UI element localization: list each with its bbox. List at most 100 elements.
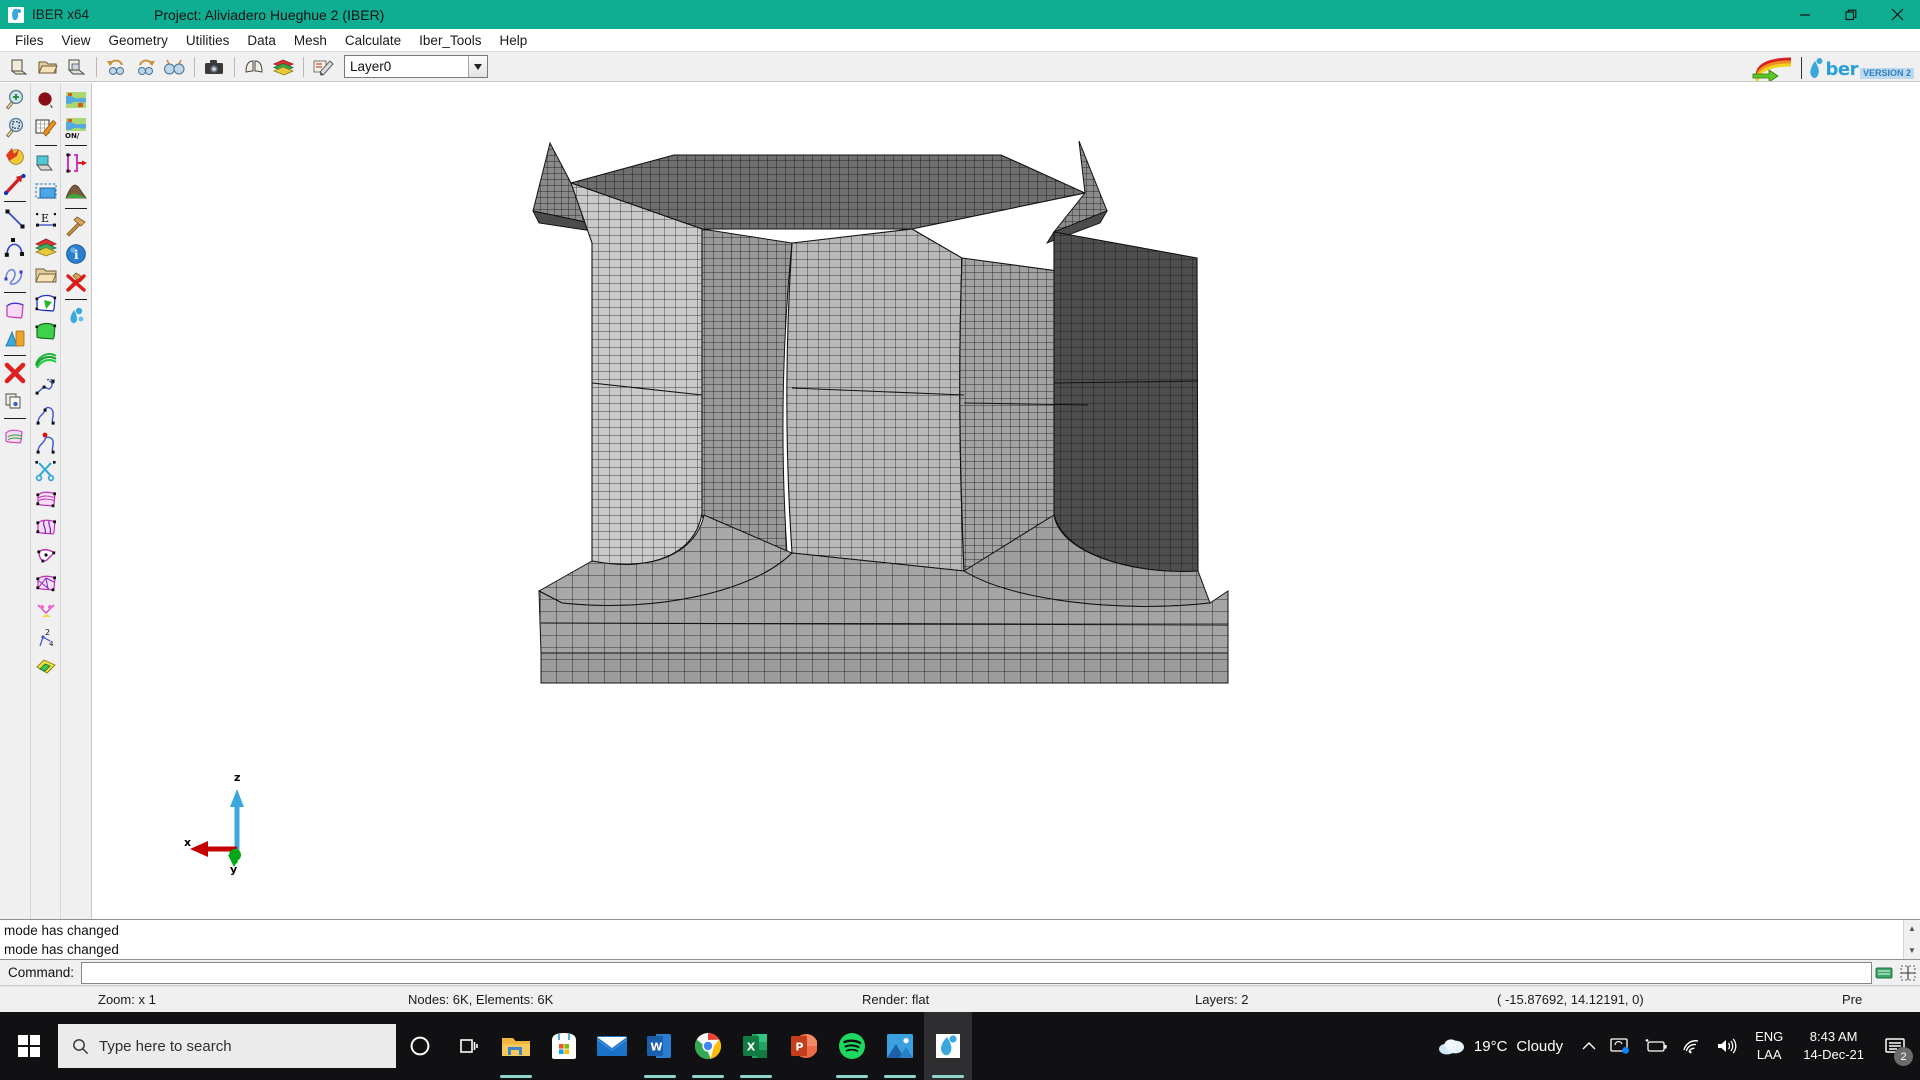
structured-mesh-button[interactable]	[32, 485, 60, 513]
weather-temperature: 19°C	[1473, 1037, 1508, 1055]
create-line-button[interactable]	[1, 205, 29, 233]
camera-snapshot-icon	[205, 60, 223, 74]
info-button[interactable]: i	[62, 240, 90, 268]
open-folder-button[interactable]	[32, 261, 60, 289]
copy-entity-button[interactable]	[1, 387, 29, 415]
create-volume-button[interactable]	[1, 324, 29, 352]
maximize-button[interactable]	[1828, 0, 1874, 29]
menu-files[interactable]: Files	[6, 31, 53, 50]
taskbar-app-word[interactable]: W	[636, 1012, 684, 1080]
create-point-button[interactable]	[32, 86, 60, 114]
nurbs-points-icon	[36, 406, 55, 425]
new-file-button[interactable]	[5, 54, 32, 80]
cortana-button[interactable]	[396, 1012, 444, 1080]
menu-utilities[interactable]: Utilities	[177, 31, 239, 50]
mesh-quality-button[interactable]	[32, 569, 60, 597]
scroll-up-button[interactable]: ▲	[1904, 920, 1920, 937]
scroll-down-button[interactable]: ▼	[1904, 942, 1920, 959]
rotate-view-button[interactable]	[1, 142, 29, 170]
taskbar-app-file-explorer[interactable]	[492, 1012, 540, 1080]
edit-button[interactable]	[310, 54, 337, 80]
select-rect-button[interactable]	[32, 177, 60, 205]
taskbar-app-iber[interactable]	[924, 1012, 972, 1080]
taskbar-app-chrome[interactable]	[684, 1012, 732, 1080]
surface-quad-button[interactable]	[32, 541, 60, 569]
chevron-down-icon[interactable]	[468, 56, 487, 77]
minimize-button[interactable]	[1782, 0, 1828, 29]
arc-icon	[4, 238, 24, 257]
label-entity-button[interactable]: E	[32, 205, 60, 233]
windows-start-button[interactable]	[0, 1012, 58, 1080]
create-nurbs-button[interactable]	[1, 261, 29, 289]
language-indicator[interactable]: ENG LAA	[1745, 1028, 1793, 1064]
nurbs-point-red-button[interactable]	[32, 429, 60, 457]
terrain-map-button[interactable]	[62, 86, 90, 114]
menu-view[interactable]: View	[53, 31, 100, 50]
delete-mesh-button[interactable]	[62, 268, 90, 296]
create-arc-button[interactable]	[1, 233, 29, 261]
glasses-view-button[interactable]	[161, 54, 188, 80]
triangle-mesh-button[interactable]	[32, 289, 60, 317]
mesh-numbering-button[interactable]: 2 4	[32, 625, 60, 653]
taskbar-clock[interactable]: 8:43 AM 14-Dec-21	[1793, 1028, 1874, 1064]
close-button[interactable]	[1874, 0, 1920, 29]
command-grid-button[interactable]	[1896, 961, 1920, 985]
taskbar-app-spotify[interactable]	[828, 1012, 876, 1080]
water-drops-button[interactable]	[62, 303, 90, 331]
unstructured-mesh-button[interactable]	[32, 513, 60, 541]
terrain-map-toggle-button[interactable]: ON/	[62, 114, 90, 142]
contour-lines-button[interactable]	[32, 345, 60, 373]
tray-battery-button[interactable]	[1637, 1012, 1675, 1080]
viewport-canvas[interactable]: z x y	[92, 83, 1920, 919]
mesh-surface-button[interactable]	[1, 422, 29, 450]
snapshot-button[interactable]	[201, 54, 228, 80]
zoom-frame-button[interactable]	[1, 114, 29, 142]
taskbar-app-photos[interactable]	[876, 1012, 924, 1080]
redo-button[interactable]	[132, 54, 159, 80]
build-mesh-button[interactable]	[62, 212, 90, 240]
menu-help[interactable]: Help	[490, 31, 536, 50]
taskbar-app-microsoft-store[interactable]	[540, 1012, 588, 1080]
notification-center-button[interactable]: 2	[1874, 1012, 1916, 1080]
menu-iber-tools[interactable]: Iber_Tools	[410, 31, 490, 50]
zoom-in-icon	[5, 89, 24, 110]
scissors-cut-button[interactable]	[32, 457, 60, 485]
weather-widget[interactable]: 19°C Cloudy	[1428, 1012, 1575, 1080]
menu-data[interactable]: Data	[238, 31, 285, 50]
mesh-layers-button[interactable]	[32, 653, 60, 681]
boundary-condition-button[interactable]	[62, 149, 90, 177]
edit-table-button[interactable]	[32, 114, 60, 142]
move-entity-button[interactable]	[1, 170, 29, 198]
save-file-button[interactable]	[63, 54, 90, 80]
taskbar-app-mail[interactable]	[588, 1012, 636, 1080]
command-keyboard-button[interactable]	[1872, 961, 1896, 985]
tray-onedrive-button[interactable]	[1603, 1012, 1637, 1080]
menu-geometry[interactable]: Geometry	[100, 31, 177, 50]
create-surface-button[interactable]	[1, 296, 29, 324]
taskbar-search-box[interactable]: Type here to search	[58, 1024, 396, 1068]
task-view-button[interactable]	[444, 1012, 492, 1080]
message-scrollbar[interactable]: ▲ ▼	[1903, 920, 1920, 959]
menu-calculate[interactable]: Calculate	[336, 31, 410, 50]
terrain-profile-button[interactable]	[62, 177, 90, 205]
nurbs-points-button[interactable]	[32, 401, 60, 429]
taskbar-app-excel[interactable]: X	[732, 1012, 780, 1080]
open-file-button[interactable]	[34, 54, 61, 80]
tray-volume-button[interactable]	[1709, 1012, 1745, 1080]
polyline-points-button[interactable]	[32, 373, 60, 401]
tray-expand-button[interactable]	[1575, 1012, 1603, 1080]
triangle-mesh-green-button[interactable]	[32, 317, 60, 345]
layers-stack-button[interactable]	[32, 233, 60, 261]
zoom-in-button[interactable]	[1, 86, 29, 114]
command-input[interactable]	[81, 961, 1872, 984]
pages-button[interactable]	[241, 54, 268, 80]
delete-button[interactable]	[1, 359, 29, 387]
menu-mesh[interactable]: Mesh	[285, 31, 336, 50]
book-layer-button[interactable]	[32, 149, 60, 177]
tray-wifi-button[interactable]	[1675, 1012, 1709, 1080]
mesh-nodes-button[interactable]	[32, 597, 60, 625]
taskbar-app-powerpoint[interactable]: P	[780, 1012, 828, 1080]
layers-button[interactable]	[270, 54, 297, 80]
undo-button[interactable]	[103, 54, 130, 80]
layer-combobox[interactable]: Layer0	[344, 55, 488, 78]
